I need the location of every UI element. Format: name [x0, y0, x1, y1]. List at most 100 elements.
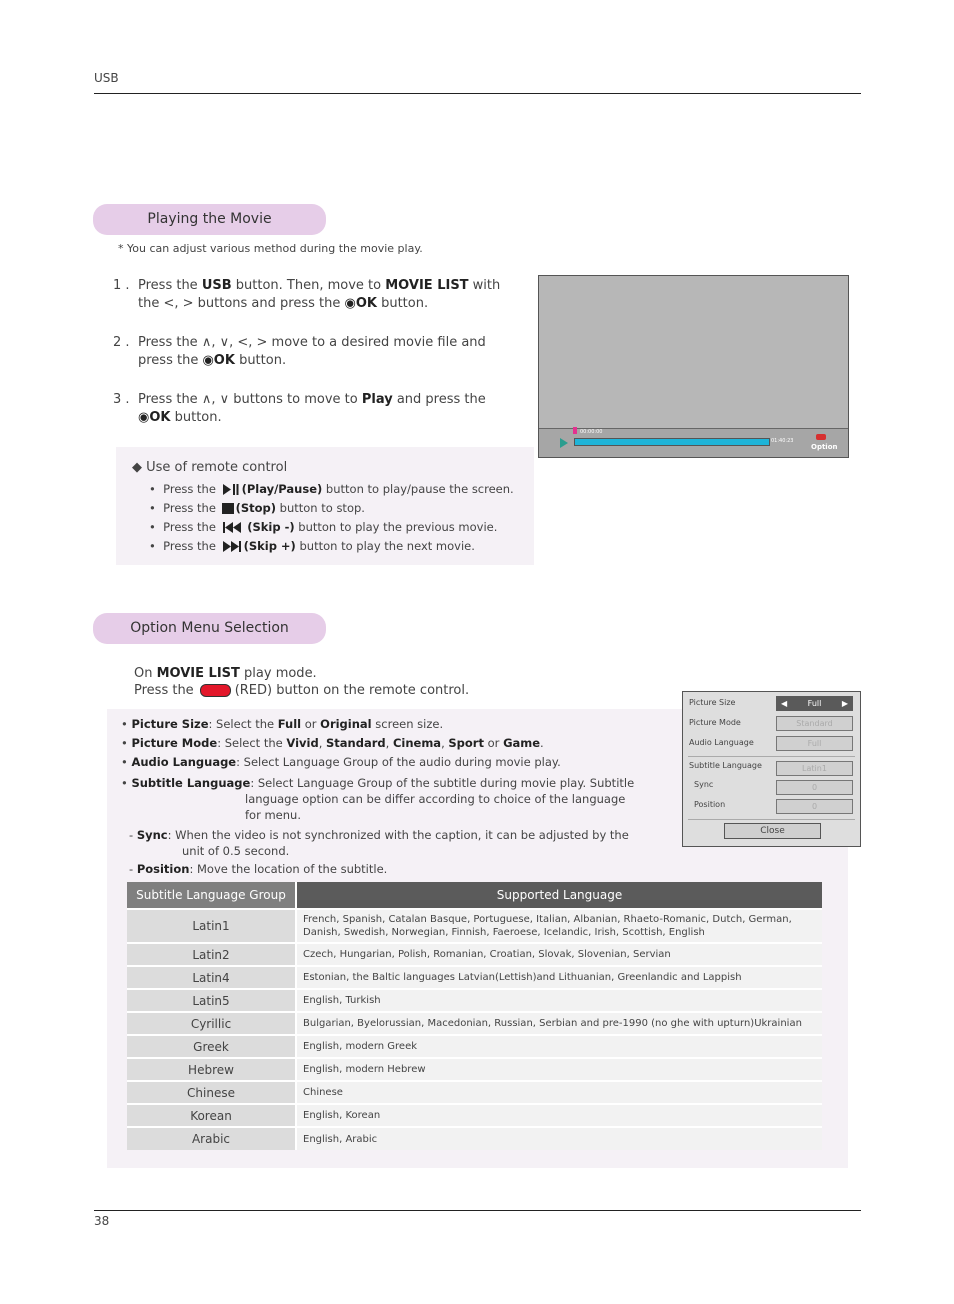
- text: Press the: [163, 520, 216, 534]
- text: Press the: [134, 683, 194, 698]
- bold-text: Picture Size: [131, 717, 209, 731]
- language-group-cell: Latin2: [127, 942, 297, 966]
- text: button.: [234, 353, 287, 368]
- play-icon: [560, 438, 568, 448]
- bold-text: Original: [320, 717, 372, 731]
- supported-languages-cell: French, Spanish, Catalan Basque, Portugu…: [296, 908, 822, 943]
- text: Press the: [163, 482, 216, 496]
- section-header: USB: [94, 71, 119, 85]
- text: or: [301, 717, 321, 731]
- language-group-cell: Latin4: [127, 965, 297, 989]
- table-row: Latin5 English, Turkish: [127, 988, 822, 1012]
- bold-text: Play: [361, 392, 393, 407]
- option-descriptions: • Picture Size: Select the Full or Origi…: [121, 715, 641, 879]
- language-group-cell: Arabic: [127, 1126, 297, 1150]
- text: button to play the previous movie.: [298, 520, 498, 534]
- section-title-option: Option Menu Selection: [93, 613, 326, 644]
- step-text: Press the ∧, ∨, <, > move to a desired m…: [138, 334, 513, 370]
- red-button-icon: [816, 434, 826, 440]
- menu-value-subtitle-language[interactable]: Latin1: [776, 761, 853, 776]
- bold-text: Sync: [136, 828, 168, 842]
- text: : Select the: [217, 736, 287, 750]
- bold-text: Audio Language: [131, 755, 237, 769]
- option-label: Option: [811, 443, 838, 451]
- menu-value-sync[interactable]: 0: [776, 780, 853, 795]
- text: unit of 0.5 second.: [182, 844, 290, 858]
- remote-title-text: Use of remote control: [146, 460, 288, 475]
- text: On: [134, 666, 157, 681]
- menu-value-picture-size[interactable]: ◀ Full ▶: [776, 696, 853, 711]
- bold-text: Sport: [448, 736, 484, 750]
- footer-divider: [94, 1210, 861, 1211]
- header-divider: [94, 93, 861, 94]
- section-title-playing: Playing the Movie: [93, 204, 326, 235]
- menu-value-picture-mode[interactable]: Standard: [776, 716, 853, 731]
- text: button.: [376, 296, 429, 311]
- supported-languages-cell: Bulgarian, Byelorussian, Macedonian, Rus…: [296, 1011, 822, 1035]
- step-number: 3 .: [113, 392, 130, 407]
- language-group-cell: Greek: [127, 1034, 297, 1058]
- menu-divider: [688, 756, 855, 757]
- bold-text: Vivid: [286, 736, 319, 750]
- text: button.: [170, 410, 222, 425]
- column-header-languages: Supported Language: [296, 882, 822, 909]
- supported-languages-cell: Estonian, the Baltic languages Latvian(L…: [296, 965, 822, 989]
- table-row: Korean English, Korean: [127, 1103, 822, 1127]
- text: play mode.: [239, 666, 317, 681]
- arrow-left-icon[interactable]: ◀: [781, 697, 787, 710]
- bold-text: Position: [136, 862, 190, 876]
- supported-languages-cell: English, Turkish: [296, 988, 822, 1012]
- play-pause-icon: [222, 484, 239, 495]
- page-number: 38: [94, 1214, 110, 1228]
- close-button[interactable]: Close: [724, 823, 821, 839]
- text: : Move the location of the subtitle.: [189, 862, 388, 876]
- section-title-text: Playing the Movie: [147, 211, 272, 227]
- desc-sync: - Sync: When the video is not synchroniz…: [121, 827, 641, 859]
- menu-label-subtitle-language: Subtitle Language: [689, 761, 762, 770]
- intro-line-2: Press the (RED) button on the remote cont…: [134, 682, 469, 699]
- table-row: Cyrillic Bulgarian, Byelorussian, Macedon…: [127, 1011, 822, 1035]
- table-row: Latin1 French, Spanish, Catalan Basque, P…: [127, 908, 822, 943]
- intro-line-1: On MOVIE LIST play mode.: [134, 665, 469, 682]
- language-group-cell: Latin5: [127, 988, 297, 1012]
- language-group-cell: Chinese: [127, 1080, 297, 1104]
- text: Press the: [138, 278, 202, 293]
- desc-picture-size: • Picture Size: Select the Full or Origi…: [121, 717, 444, 731]
- text: : When the video is not synchronized wit…: [167, 828, 629, 842]
- bold-text: Picture Mode: [131, 736, 218, 750]
- bold-text: MOVIE LIST: [385, 278, 469, 293]
- bold-text: Standard: [326, 736, 386, 750]
- remote-item: • Press the (Skip -) button to play the …: [149, 520, 498, 534]
- text: button. Then, move to: [231, 278, 386, 293]
- text: button to play the next movie.: [299, 539, 475, 553]
- table-row: Arabic English, Arabic: [127, 1126, 822, 1150]
- remote-list: • Press the (Play/Pause) button to play/…: [149, 480, 514, 556]
- menu-value-position[interactable]: 0: [776, 799, 853, 814]
- text: : Select Language Group of the audio dur…: [236, 755, 561, 769]
- text: Press the: [163, 501, 216, 515]
- skip-forward-icon: [222, 541, 241, 552]
- menu-label-picture-mode: Picture Mode: [689, 718, 741, 727]
- option-menu: Picture Size ◀ Full ▶ Picture Mode Stand…: [682, 691, 861, 847]
- step-number: 2 .: [113, 335, 130, 350]
- menu-value-audio-language[interactable]: Full: [776, 736, 853, 751]
- supported-languages-cell: English, modern Hebrew: [296, 1057, 822, 1081]
- menu-label-audio-language: Audio Language: [689, 738, 754, 747]
- bold-text: (Stop): [235, 501, 276, 515]
- step-number: 1 .: [113, 278, 130, 293]
- movie-screen-illustration: 00:00:00 01:40:23 Option: [538, 275, 849, 458]
- step-text: Press the USB button. Then, move to MOVI…: [138, 277, 513, 313]
- column-header-group: Subtitle Language Group: [127, 882, 297, 909]
- total-time: 01:40:23: [771, 438, 794, 444]
- supported-languages-cell: Czech, Hungarian, Polish, Romanian, Croa…: [296, 942, 822, 966]
- current-time: 00:00:00: [580, 429, 603, 435]
- arrow-right-icon[interactable]: ▶: [842, 697, 848, 710]
- text: (RED) button on the remote control.: [234, 683, 470, 698]
- text: language option can be differ according …: [245, 792, 626, 806]
- subtitle-language-table: Subtitle Language Group Supported Langua…: [127, 882, 822, 1150]
- text: for menu.: [245, 808, 301, 822]
- remote-item: • Press the (Skip +) button to play the …: [149, 539, 475, 553]
- desc-subtitle-language: • Subtitle Language: Select Language Gro…: [121, 775, 641, 823]
- language-group-cell: Korean: [127, 1103, 297, 1127]
- bold-text: USB: [201, 278, 232, 293]
